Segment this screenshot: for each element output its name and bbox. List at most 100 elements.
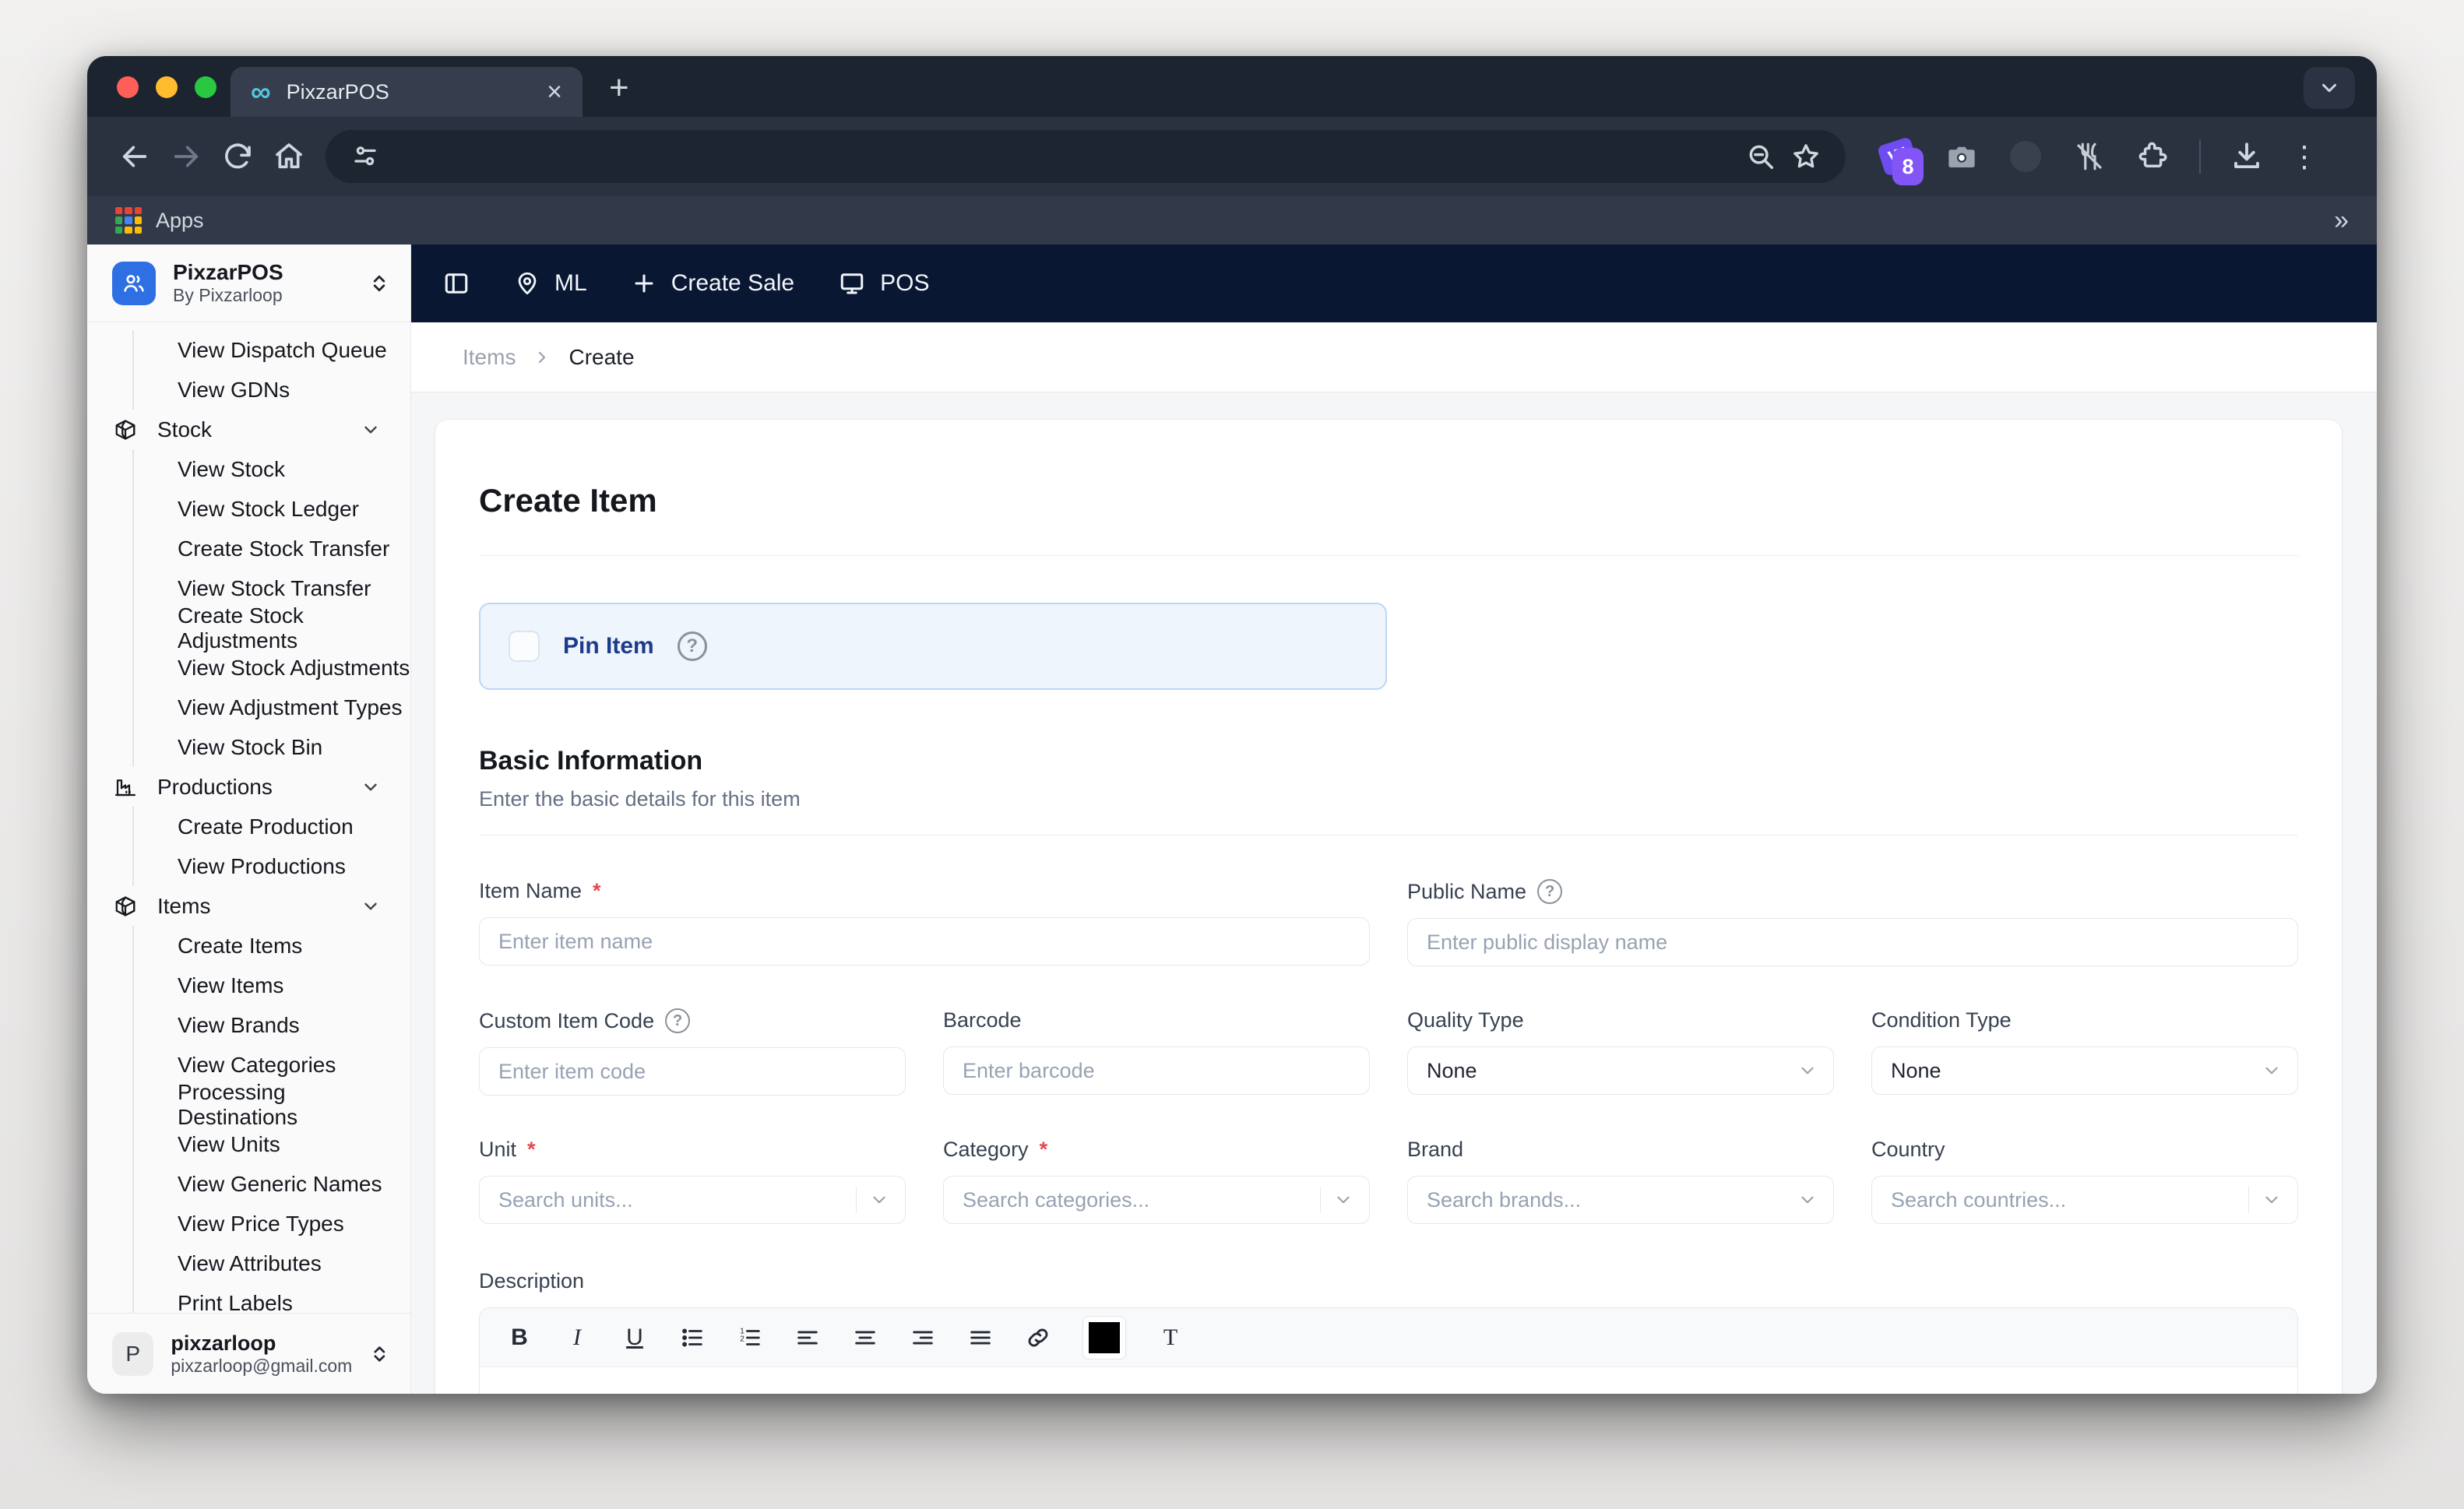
browser-tab[interactable]: ∞ PixzarPOS ×: [231, 67, 583, 117]
sidebar-item-stock[interactable]: Stock: [87, 410, 410, 449]
sidebar-item-view-categories[interactable]: View Categories: [132, 1045, 410, 1085]
sidebar-item-view-adjustment-types[interactable]: View Adjustment Types: [132, 688, 410, 727]
custom-item-code-input[interactable]: [479, 1047, 906, 1096]
category-select[interactable]: Search categories...: [943, 1176, 1370, 1224]
category-placeholder: Search categories...: [963, 1187, 1150, 1212]
new-tab-button[interactable]: +: [609, 69, 629, 107]
sidebar-item-create-items[interactable]: Create Items: [132, 926, 410, 966]
download-icon: [2234, 142, 2259, 169]
location-selector[interactable]: ML: [514, 270, 587, 297]
quality-type-label: Quality Type: [1407, 1008, 1524, 1032]
panel-toggle-icon: [445, 273, 468, 294]
downloads-button[interactable]: [2224, 134, 2269, 179]
help-icon[interactable]: ?: [677, 631, 707, 661]
create-sale-button[interactable]: Create Sale: [631, 270, 794, 297]
sidebar-item-view-gdns[interactable]: View GDNs: [132, 370, 410, 410]
forward-button[interactable]: [160, 131, 212, 182]
sidebar-item-view-stock-transfer[interactable]: View Stock Transfer: [132, 568, 410, 608]
text-format-button[interactable]: T: [1157, 1324, 1184, 1351]
tune-icon: [354, 146, 376, 166]
editor-content[interactable]: [480, 1367, 2297, 1394]
sidebar-item-view-units[interactable]: View Units: [132, 1124, 410, 1164]
pos-label: POS: [880, 270, 930, 296]
pos-button[interactable]: POS: [838, 269, 929, 297]
close-window-button[interactable]: [117, 76, 139, 98]
ordered-list-button[interactable]: 12: [737, 1324, 763, 1351]
chevron-down-icon: [361, 420, 381, 440]
condition-type-select[interactable]: None: [1871, 1046, 2298, 1095]
help-icon[interactable]: ?: [1537, 879, 1563, 904]
align-left-button[interactable]: [794, 1324, 821, 1351]
barcode-input[interactable]: [943, 1046, 1370, 1095]
reload-button[interactable]: [212, 131, 263, 182]
brand-placeholder: Search brands...: [1427, 1187, 1582, 1212]
user-menu[interactable]: P pixzarloop pixzarloop@gmail.com: [87, 1313, 410, 1394]
sidebar-item-view-price-types[interactable]: View Price Types: [132, 1204, 410, 1243]
sidebar-item-create-stock-transfer[interactable]: Create Stock Transfer: [132, 529, 410, 568]
sidebar-item-view-stock-adjustments[interactable]: View Stock Adjustments: [132, 648, 410, 688]
bold-button[interactable]: B: [506, 1324, 533, 1351]
field-quality-type: Quality Type None: [1407, 1008, 1834, 1096]
bookmark-button[interactable]: [1783, 134, 1829, 179]
create-item-card: Create Item Pin Item ? Basic Information…: [435, 419, 2343, 1394]
back-button[interactable]: [109, 131, 160, 182]
sidebar-item-view-stock[interactable]: View Stock: [132, 449, 410, 489]
disabled-extension-button[interactable]: [2003, 134, 2048, 179]
sidebar-item-view-stock-ledger[interactable]: View Stock Ledger: [132, 489, 410, 529]
sidebar-item-create-production[interactable]: Create Production: [132, 807, 410, 846]
sidebar-item-print-labels[interactable]: Print Labels: [132, 1283, 410, 1313]
sidebar-item-view-dispatch-queue[interactable]: View Dispatch Queue: [132, 330, 410, 370]
sidebar-item-items[interactable]: Items: [87, 886, 410, 926]
item-name-input[interactable]: [479, 917, 1370, 966]
extension-badge: 8: [1892, 148, 1924, 185]
sidebar-item-view-generic-names[interactable]: View Generic Names: [132, 1164, 410, 1204]
sidebar-item-create-stock-adjustments[interactable]: Create Stock Adjustments: [132, 603, 410, 652]
text-color-button[interactable]: [1082, 1315, 1126, 1360]
justify-button[interactable]: [967, 1324, 994, 1351]
maximize-window-button[interactable]: [195, 76, 216, 98]
bullet-list-button[interactable]: [679, 1324, 706, 1351]
color-swatch: [1089, 1321, 1120, 1353]
address-bar[interactable]: [326, 130, 1846, 183]
browser-menu-button[interactable]: ⋮: [2290, 139, 2319, 174]
zoom-button[interactable]: [1738, 134, 1783, 179]
chevron-down-icon: [361, 777, 381, 797]
sidebar-item-view-stock-bin[interactable]: View Stock Bin: [132, 727, 410, 767]
align-center-button[interactable]: [852, 1324, 878, 1351]
extension-w-button[interactable]: W 8: [1875, 134, 1924, 185]
tab-close-icon[interactable]: ×: [547, 79, 562, 105]
breadcrumb-items-link[interactable]: Items: [463, 345, 516, 370]
sidebar-item-view-attributes[interactable]: View Attributes: [132, 1243, 410, 1283]
brand-select[interactable]: Search brands...: [1407, 1176, 1834, 1224]
bookmarks-overflow-button[interactable]: »: [2334, 206, 2349, 236]
sidebar-nav: View Dispatch Queue View GDNs Stock View…: [87, 322, 410, 1313]
quality-type-select[interactable]: None: [1407, 1046, 1834, 1095]
site-settings-button[interactable]: [343, 134, 388, 179]
align-right-button[interactable]: [910, 1324, 936, 1351]
minimize-window-button[interactable]: [156, 76, 178, 98]
sidebar-item-view-productions[interactable]: View Productions: [132, 846, 410, 886]
sidebar-item-processing-destinations[interactable]: Processing Destinations: [132, 1080, 410, 1129]
home-button[interactable]: [263, 131, 315, 182]
description-editor: B I U 12 T: [479, 1307, 2298, 1394]
country-select[interactable]: Search countries...: [1871, 1176, 2298, 1224]
zoom-icon: [1749, 145, 1773, 169]
camera-extension-button[interactable]: [1939, 134, 1984, 179]
underline-button[interactable]: U: [621, 1324, 648, 1351]
cutlery-extension-button[interactable]: [2067, 134, 2112, 179]
extensions-menu-button[interactable]: [2131, 134, 2176, 179]
italic-button[interactable]: I: [564, 1324, 590, 1351]
sidebar-item-view-items[interactable]: View Items: [132, 966, 410, 1005]
sidebar-toggle-button[interactable]: [442, 269, 470, 297]
required-marker: *: [527, 1138, 536, 1161]
workspace-switcher[interactable]: PixzarPOS By Pixzarloop: [87, 244, 410, 322]
sidebar-item-productions[interactable]: Productions: [87, 767, 410, 807]
help-icon[interactable]: ?: [665, 1008, 691, 1033]
public-name-input[interactable]: [1407, 918, 2298, 966]
link-button[interactable]: [1025, 1324, 1051, 1351]
tab-search-button[interactable]: [2304, 67, 2355, 109]
sidebar-item-view-brands[interactable]: View Brands: [132, 1005, 410, 1045]
unit-select[interactable]: Search units...: [479, 1176, 906, 1224]
bookmark-apps[interactable]: Apps: [156, 209, 204, 233]
pin-item-checkbox[interactable]: [509, 631, 540, 662]
